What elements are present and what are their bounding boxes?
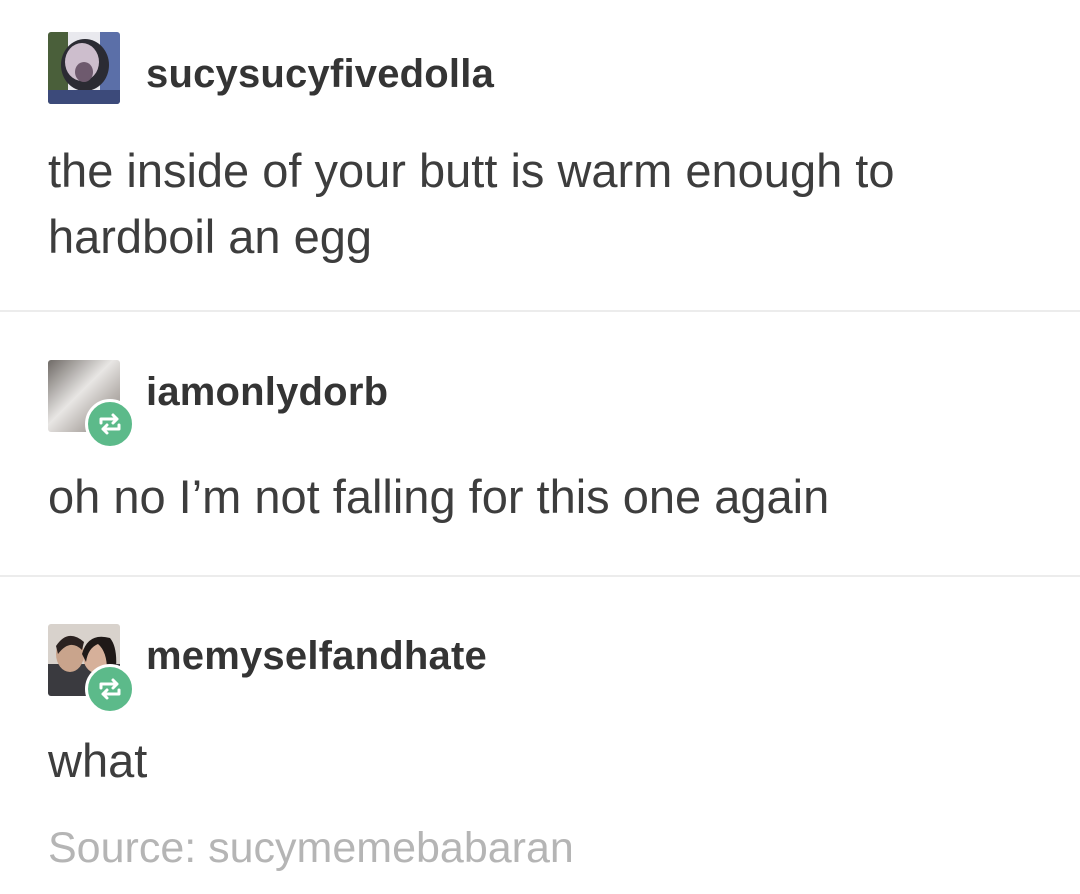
username[interactable]: memyselfandhate xyxy=(146,634,487,679)
source-link[interactable]: Source: sucymemebabaran xyxy=(48,824,574,873)
reblog-badge xyxy=(85,664,135,714)
divider xyxy=(0,310,1080,312)
post-text: the inside of your butt is warm enough t… xyxy=(48,144,895,263)
post-text: oh no I’m not falling for this one again xyxy=(48,470,830,523)
avatar[interactable] xyxy=(48,32,120,104)
reblog-icon xyxy=(99,678,121,700)
reblog-badge xyxy=(85,399,135,449)
username[interactable]: iamonlydorb xyxy=(146,370,388,415)
reblog-icon xyxy=(99,413,121,435)
avatar-image xyxy=(48,32,120,104)
username[interactable]: sucysucyfivedolla xyxy=(146,52,494,97)
post-text: what xyxy=(48,734,148,787)
divider xyxy=(0,575,1080,577)
